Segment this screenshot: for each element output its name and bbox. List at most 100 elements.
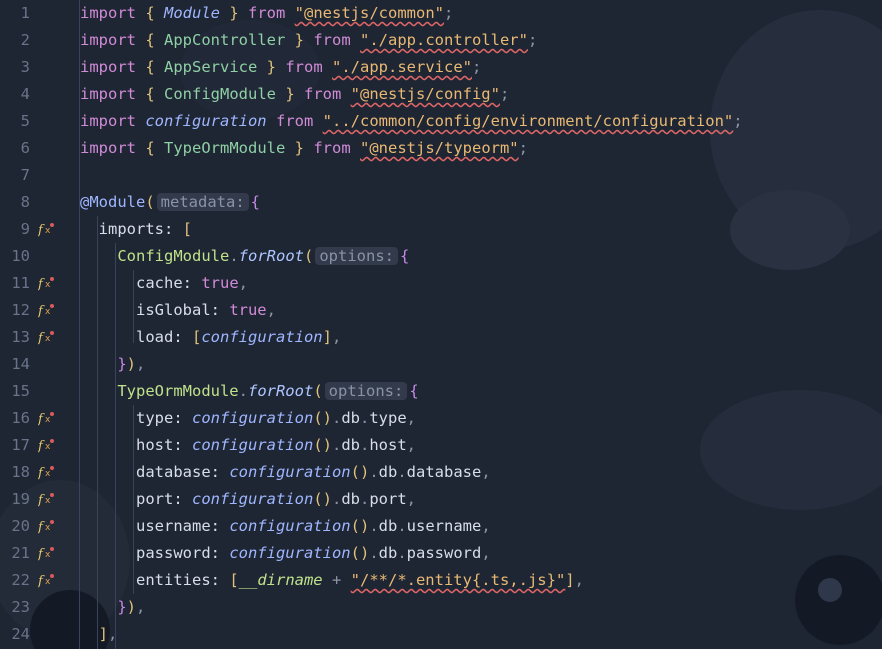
code-editor[interactable]: 1 import { Module } from "@nestjs/common"… (0, 0, 882, 649)
code-text[interactable]: @Module(metadata:{ (80, 189, 260, 216)
svg-text:f: f (38, 304, 45, 319)
code-token: isGlobal: (80, 301, 230, 319)
line-number: 12 (11, 301, 30, 319)
code-line[interactable]: 2 import { AppController } from "./app.co… (0, 27, 882, 54)
function-gutter-icon[interactable]: fx (37, 513, 56, 540)
code-line[interactable]: 13 f x load: [configuration], (0, 324, 882, 351)
code-token: __dirname (238, 571, 323, 589)
code-text[interactable]: entities: [__dirname + "/**/*.entity{.ts… (80, 567, 584, 594)
code-line[interactable]: 22 f x entities: [__dirname + "/**/*.entit… (0, 567, 882, 594)
function-gutter-icon[interactable]: fx (37, 486, 56, 513)
code-line[interactable]: 17 f x host: configuration().db.host, (0, 432, 882, 459)
code-token: "@nestjs/common" (294, 4, 444, 22)
code-line[interactable]: 1 import { Module } from "@nestjs/common"… (0, 0, 882, 27)
code-token: ( (303, 247, 314, 265)
code-line[interactable]: 4 import { ConfigModule } from "@nestjs/c… (0, 81, 882, 108)
code-line[interactable]: 9fx imports: [ (0, 216, 882, 243)
code-token: configuration (145, 112, 267, 130)
function-gutter-icon[interactable]: fx (37, 270, 56, 297)
code-text[interactable]: host: configuration().db.host, (80, 432, 416, 459)
code-text[interactable]: }), (80, 594, 145, 621)
function-gutter-icon[interactable]: fx (37, 297, 56, 324)
code-token: host (369, 436, 407, 454)
code-text[interactable]: }), (80, 351, 145, 378)
code-line[interactable]: 21 f x password: configuration().db.passwo… (0, 540, 882, 567)
code-token: [ (191, 328, 202, 346)
code-line[interactable]: 12 f x isGlobal: true, (0, 297, 882, 324)
code-text[interactable]: imports: [ (80, 216, 192, 243)
parameter-hint: metadata: (156, 193, 249, 211)
code-text[interactable]: TypeOrmModule.forRoot(options:{ (80, 378, 419, 405)
code-token: } (80, 598, 127, 616)
code-text[interactable]: ConfigModule.forRoot(options:{ (80, 243, 409, 270)
code-token: from (266, 112, 323, 130)
code-text[interactable]: import { AppController } from "./app.con… (80, 27, 537, 54)
code-token: configuration (201, 328, 323, 346)
code-token: "./app.service" (332, 58, 472, 76)
code-token: ; (471, 58, 482, 76)
code-token: . (397, 463, 407, 481)
function-gutter-icon[interactable]: fx (37, 459, 56, 486)
code-line[interactable]: 6 import { TypeOrmModule } from "@nestjs/… (0, 135, 882, 162)
line-number: 8 (20, 193, 30, 211)
function-gutter-icon[interactable]: fx (37, 540, 56, 567)
code-text[interactable]: port: configuration().db.port, (80, 486, 416, 513)
code-text[interactable]: import { TypeOrmModule } from "@nestjs/t… (80, 135, 528, 162)
code-line[interactable]: 7 (0, 162, 882, 189)
function-gutter-icon[interactable]: fx (37, 432, 56, 459)
code-text[interactable]: import { Module } from "@nestjs/common"; (80, 0, 453, 27)
code-text[interactable]: load: [configuration], (80, 324, 341, 351)
code-token: () (313, 490, 332, 508)
code-token: configuration (229, 517, 351, 535)
line-number: 4 (20, 85, 30, 103)
code-text[interactable]: database: configuration().db.database, (80, 459, 491, 486)
function-gutter-icon[interactable]: fx (37, 567, 56, 594)
code-text[interactable]: isGlobal: true, (80, 297, 276, 324)
code-line[interactable]: 23 }), (0, 594, 882, 621)
code-token: + (322, 571, 351, 589)
code-token: , (136, 598, 146, 616)
code-token: ) (126, 598, 137, 616)
code-token: { (409, 382, 419, 400)
parameter-hint: options: (315, 247, 398, 265)
code-line[interactable]: 10 ConfigModule.forRoot(options:{ (0, 243, 882, 270)
code-token: ( (313, 382, 323, 400)
code-text[interactable]: username: configuration().db.username, (80, 513, 491, 540)
code-text[interactable]: ], (80, 621, 118, 648)
code-token: database: (80, 463, 230, 481)
code-text[interactable]: type: configuration().db.type, (80, 405, 416, 432)
code-text[interactable]: import { ConfigModule } from "@nestjs/co… (80, 81, 509, 108)
code-token: import (80, 85, 146, 103)
code-token: db (341, 436, 360, 454)
code-line[interactable]: 14 }), (0, 351, 882, 378)
code-text[interactable]: cache: true, (80, 270, 248, 297)
code-line[interactable]: 5 import configuration from "../common/co… (0, 108, 882, 135)
line-number: 13 (11, 328, 30, 346)
line-number: 10 (11, 247, 30, 265)
code-token: () (313, 409, 332, 427)
code-text[interactable]: import configuration from "../common/con… (80, 108, 743, 135)
svg-text:f: f (38, 439, 45, 454)
code-token: { (145, 85, 164, 103)
code-line[interactable]: 15 TypeOrmModule.forRoot(options:{ (0, 378, 882, 405)
line-number: 20 (11, 517, 30, 535)
function-gutter-icon[interactable]: fx (37, 216, 56, 243)
code-token: true (229, 301, 267, 319)
code-text[interactable]: import { AppService } from "./app.servic… (80, 54, 481, 81)
code-text[interactable]: password: configuration().db.password, (80, 540, 491, 567)
code-token: "@nestjs/typeorm" (360, 139, 519, 157)
code-token: username: (80, 517, 230, 535)
code-line[interactable]: 16 f x type: configuration().db.type, (0, 405, 882, 432)
line-number: 11 (11, 274, 30, 292)
code-line[interactable]: 3 import { AppService } from "./app.servi… (0, 54, 882, 81)
code-line[interactable]: 18 f x database: configuration().db.databa… (0, 459, 882, 486)
function-gutter-icon[interactable]: fx (37, 405, 56, 432)
code-line[interactable]: 8 @Module(metadata:{ (0, 189, 882, 216)
code-token: from (238, 4, 295, 22)
code-line[interactable]: 11 f x cache: true, (0, 270, 882, 297)
code-line[interactable]: 19 f x port: configuration().db.port, (0, 486, 882, 513)
code-token: type (369, 409, 407, 427)
function-gutter-icon[interactable]: fx (37, 324, 56, 351)
code-line[interactable]: 24 ], (0, 621, 882, 648)
code-line[interactable]: 20 f x username: configuration().db.userna… (0, 513, 882, 540)
